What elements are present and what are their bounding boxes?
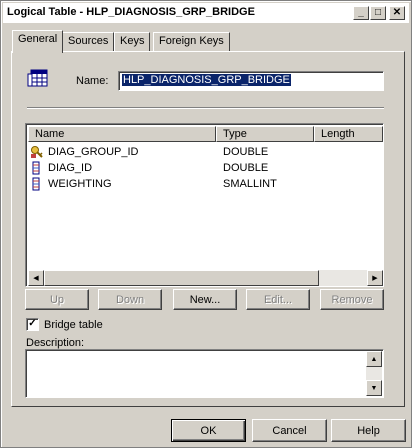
close-icon: ✕ [392,7,402,18]
help-button-label: Help [357,424,380,437]
help-button[interactable]: Help [331,419,406,442]
title-bar[interactable]: Logical Table - HLP_DIAGNOSIS_GRP_BRIDGE… [3,3,409,23]
tab-foreign-keys[interactable]: Foreign Keys [153,32,230,51]
tab-sources-label: Sources [68,35,109,47]
cancel-button-label: Cancel [272,424,307,437]
tab-sources[interactable]: Sources [62,32,115,51]
maximize-icon: □ [374,7,382,18]
ok-button[interactable]: OK [171,419,246,442]
logical-table-dialog: Logical Table - HLP_DIAGNOSIS_GRP_BRIDGE… [0,0,412,448]
minimize-icon: _ [358,7,364,18]
tab-keys-label: Keys [120,35,145,47]
minimize-button[interactable]: _ [353,6,369,20]
tab-general[interactable]: General [12,30,64,53]
tab-keys[interactable]: Keys [114,32,151,51]
window-title: Logical Table - HLP_DIAGNOSIS_GRP_BRIDGE [7,6,255,18]
maximize-button[interactable]: □ [370,6,386,20]
ok-button-label: OK [200,424,217,437]
close-button[interactable]: ✕ [389,6,405,20]
tab-foreign-keys-label: Foreign Keys [159,35,224,47]
tab-general-label: General [18,33,58,45]
general-tab-panel [11,51,405,407]
cancel-button[interactable]: Cancel [252,419,327,442]
